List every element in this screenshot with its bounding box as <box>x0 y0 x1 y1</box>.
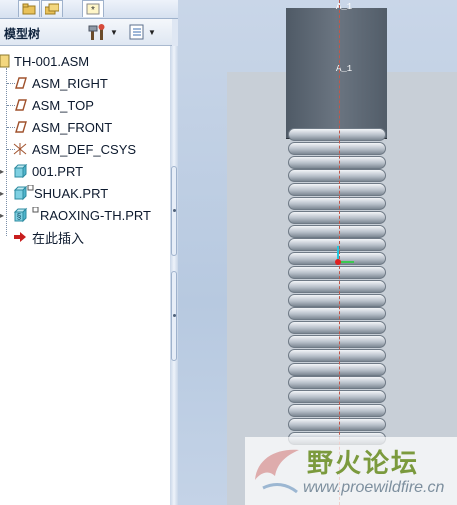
spring-coil <box>288 128 386 141</box>
tab-favorites[interactable] <box>41 0 63 17</box>
splitter-grip[interactable] <box>171 166 177 256</box>
splitter-grip[interactable] <box>171 271 177 361</box>
tree-item-asm-right[interactable]: ASM_RIGHT <box>12 73 108 93</box>
tools-icon <box>88 24 105 40</box>
settings-button[interactable]: ▼ <box>88 22 118 42</box>
watermark: 野火论坛 www.proewildfire.cn <box>245 437 457 505</box>
tree-item-shuak-prt[interactable]: SHUAK.PRT <box>12 183 108 203</box>
folder-icon <box>22 3 36 15</box>
part-icon <box>13 185 34 201</box>
svg-text:§: § <box>17 212 21 221</box>
model-tree-toolbar: 模型树 ▼ ▼ <box>0 19 172 46</box>
spring-coil <box>288 155 386 169</box>
tree-item-001-prt[interactable]: 001.PRT <box>12 161 83 181</box>
spring-coil <box>288 417 386 431</box>
part-icon <box>13 164 28 178</box>
bird-logo-icon <box>255 449 299 494</box>
spring-coil <box>288 169 386 183</box>
model-tree: TH-001.ASM ASM_RIGHT ASM_TOP ASM_FRONT A… <box>0 46 171 505</box>
spring-coil <box>288 307 386 321</box>
list-icon <box>129 24 144 40</box>
tab-folder-browser[interactable] <box>18 0 40 17</box>
spring-coil <box>288 321 386 335</box>
spring-coil <box>288 141 386 155</box>
tree-item-insert-here[interactable]: 在此插入 <box>12 227 84 247</box>
spring-coil <box>288 404 386 417</box>
spring-coil <box>288 376 386 390</box>
watermark-title: 野火论坛 <box>307 449 420 479</box>
tree-item-label: 在此插入 <box>32 230 85 246</box>
graphics-viewport[interactable]: A_1 A_1 野火论坛 www.proewildfire.cn <box>178 0 457 505</box>
spring-coil <box>288 183 386 197</box>
expand-toggle[interactable]: ▸ <box>0 212 5 220</box>
spring-coil <box>288 390 386 404</box>
expand-toggle[interactable]: ▸ <box>0 190 5 198</box>
tree-item-label: ASM_FRONT <box>32 119 113 135</box>
panel-tab-strip: * <box>0 0 178 19</box>
panel-splitter[interactable] <box>170 46 178 505</box>
spring-coil <box>288 293 386 307</box>
assembly-icon <box>0 54 10 68</box>
part-icon: § <box>13 207 39 223</box>
spring-coil <box>288 224 386 238</box>
tree-item-label: SHUAK.PRT <box>34 185 109 201</box>
tree-connector <box>6 68 7 236</box>
tree-item-asm-front[interactable]: ASM_FRONT <box>12 117 112 137</box>
spring-coil <box>288 362 386 376</box>
tree-item-label: ASM_RIGHT <box>32 75 108 91</box>
coordinate-triad-icon <box>335 246 354 265</box>
tree-item-label: RAOXING-TH.PRT <box>40 207 151 223</box>
tree-item-label: ASM_DEF_CSYS <box>32 141 137 157</box>
show-button[interactable]: ▼ <box>128 22 156 42</box>
insert-arrow-icon <box>14 232 26 242</box>
chevron-down-icon: ▼ <box>110 27 118 37</box>
panel-title: 模型树 <box>4 27 41 41</box>
datum-plane-icon <box>15 77 27 89</box>
svg-text:*: * <box>91 5 95 15</box>
star-icon: * <box>86 3 100 15</box>
tree-item-asm-def-csys[interactable]: ASM_DEF_CSYS <box>12 139 136 159</box>
csys-icon <box>13 143 27 155</box>
spring-coil <box>288 335 386 348</box>
datum-plane-icon <box>15 99 27 111</box>
spring-coil <box>288 197 386 210</box>
chevron-down-icon: ▼ <box>148 27 156 37</box>
spring-coil <box>288 348 386 362</box>
tree-root-label: TH-001.ASM <box>14 53 90 69</box>
folders-icon <box>45 3 59 15</box>
tree-item-label: ASM_TOP <box>32 97 94 113</box>
expand-toggle[interactable]: ▸ <box>0 168 5 176</box>
tree-root[interactable]: TH-001.ASM <box>0 51 89 71</box>
tab-model-tree[interactable]: * <box>82 0 104 17</box>
tree-item-raoxing-th-prt[interactable]: § RAOXING-TH.PRT <box>12 205 151 225</box>
spring-coil <box>288 279 386 293</box>
tree-item-label: 001.PRT <box>32 163 84 179</box>
datum-plane-icon <box>15 121 27 133</box>
watermark-url: www.proewildfire.cn <box>303 479 445 496</box>
spring-coil <box>288 210 386 224</box>
tree-item-asm-top[interactable]: ASM_TOP <box>12 95 94 115</box>
